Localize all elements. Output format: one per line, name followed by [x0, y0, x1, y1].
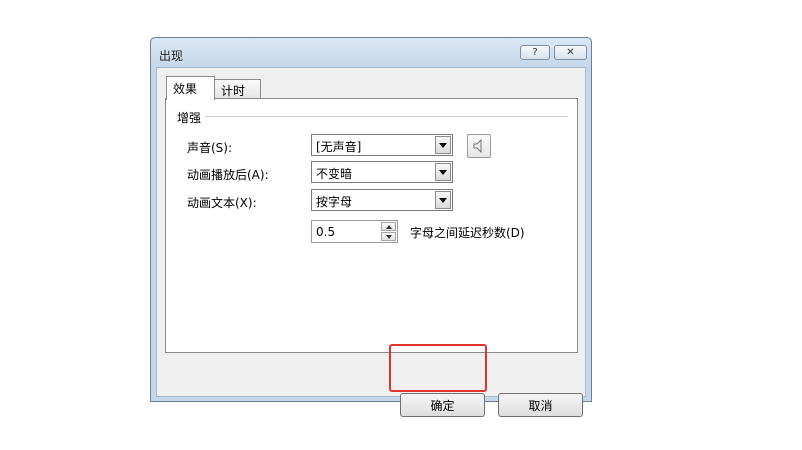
- after-animation-dropdown[interactable]: 不变暗: [311, 161, 453, 183]
- letter-delay-spinner[interactable]: 0.5: [311, 220, 398, 243]
- spin-up-icon[interactable]: [381, 222, 396, 231]
- sound-dropdown[interactable]: [无声音]: [311, 134, 453, 156]
- dialog-title-bar[interactable]: 出现 ? ✕: [151, 38, 591, 68]
- after-animation-dropdown-value: 不变暗: [316, 167, 353, 181]
- sound-dropdown-value: [无声音]: [316, 140, 362, 154]
- animation-effect-dialog: 出现 ? ✕ 效果 计时 增强 声音(S): [无声音] 动画播放后(A): 不…: [150, 37, 592, 417]
- speaker-icon: [473, 139, 482, 153]
- letter-delay-value: 0.5: [316, 225, 336, 239]
- group-divider: [206, 116, 568, 117]
- letter-delay-label: 字母之间延迟秒数(D): [410, 226, 525, 240]
- tab-effect[interactable]: 效果: [166, 76, 215, 100]
- group-title-enhancements: 增强: [177, 111, 202, 125]
- close-icon: ✕: [566, 47, 575, 58]
- animate-text-dropdown[interactable]: 按字母: [311, 189, 453, 211]
- dialog-title: 出现: [159, 49, 184, 63]
- chevron-down-icon[interactable]: [435, 163, 451, 181]
- help-button[interactable]: ?: [520, 45, 550, 60]
- dialog-client-area: 效果 计时 增强 声音(S): [无声音] 动画播放后(A): 不变暗 动画文本…: [156, 67, 586, 417]
- animate-text-label: 动画文本(X):: [187, 196, 257, 210]
- chevron-down-icon[interactable]: [435, 136, 451, 154]
- help-icon: ?: [532, 47, 538, 58]
- chevron-down-icon[interactable]: [435, 191, 451, 209]
- cancel-button[interactable]: 取消: [498, 393, 583, 417]
- tab-panel-effect: 增强 声音(S): [无声音] 动画播放后(A): 不变暗 动画文本(X): 按…: [165, 98, 578, 353]
- animate-text-dropdown-value: 按字母: [316, 195, 353, 209]
- sound-label: 声音(S):: [187, 141, 233, 155]
- ok-button[interactable]: 确定: [400, 393, 485, 417]
- close-button[interactable]: ✕: [554, 45, 587, 60]
- spin-down-icon[interactable]: [381, 232, 396, 241]
- speaker-volume-button[interactable]: [467, 134, 491, 158]
- after-animation-label: 动画播放后(A):: [187, 168, 269, 182]
- ok-button-highlight-box: [389, 344, 487, 392]
